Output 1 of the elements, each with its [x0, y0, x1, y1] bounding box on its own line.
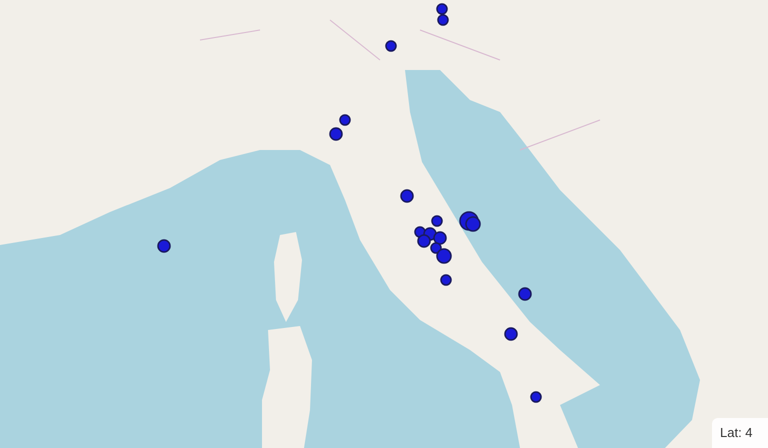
coordinates-readout: Lat: 4 [712, 418, 768, 448]
